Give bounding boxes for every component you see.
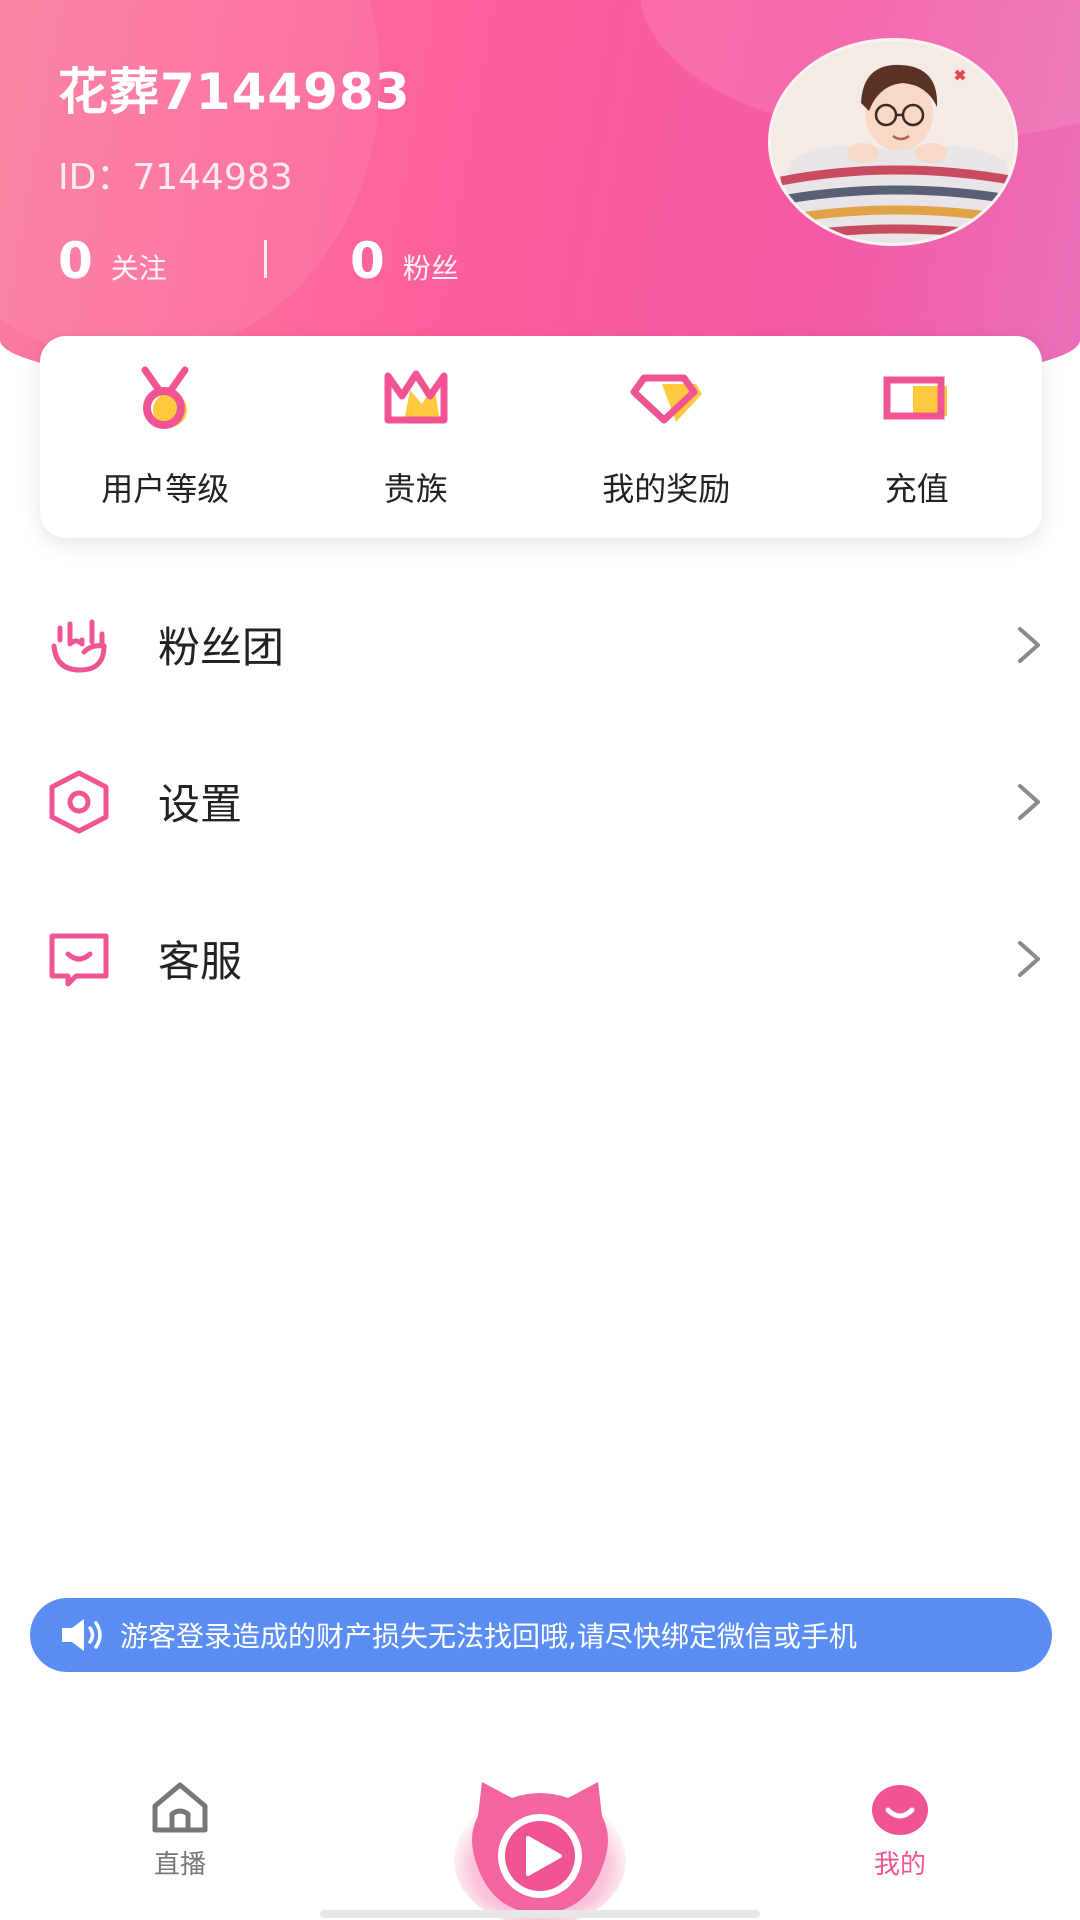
following-label: 关注 <box>110 252 167 285</box>
fans-stat[interactable]: 0 粉丝 <box>350 232 459 290</box>
menu-item-customer-service[interactable]: 客服 <box>0 880 1080 1037</box>
menu-list: 粉丝团 设置 客服 <box>0 566 1080 1037</box>
tab-mine[interactable]: 我的 <box>860 1780 940 1881</box>
tab-live[interactable]: 直播 <box>140 1780 220 1881</box>
quick-item-label: 我的奖励 <box>602 470 731 508</box>
quick-item-rewards[interactable]: 我的奖励 <box>541 336 792 538</box>
following-count: 0 <box>58 232 93 290</box>
diamond-icon <box>630 374 703 424</box>
bottom-tab-bar: 直播 我的 <box>0 1740 1080 1920</box>
menu-item-settings[interactable]: 设置 <box>0 723 1080 880</box>
quick-item-user-level[interactable]: 用户等级 <box>40 336 291 538</box>
chat-smile-icon <box>49 933 109 986</box>
home-indicator <box>320 1910 760 1918</box>
medal-icon <box>141 366 189 429</box>
avatar-illustration <box>771 41 1015 243</box>
battery-icon <box>883 376 947 420</box>
menu-item-label: 粉丝团 <box>158 623 285 672</box>
hexagon-settings-icon <box>49 770 109 833</box>
username: 花葬7144983 <box>58 63 411 121</box>
quick-item-label: 用户等级 <box>101 470 230 508</box>
speaker-icon <box>62 1619 102 1651</box>
quick-item-label: 贵族 <box>383 470 448 508</box>
fans-label: 粉丝 <box>402 252 459 285</box>
home-icon <box>152 1782 208 1833</box>
user-id: ID：7144983 <box>58 157 293 198</box>
avatar[interactable] <box>768 38 1018 246</box>
following-stat[interactable]: 0 关注 <box>58 232 167 290</box>
stat-divider <box>264 240 267 278</box>
quick-item-label: 充值 <box>884 470 949 508</box>
menu-item-label: 设置 <box>158 780 243 829</box>
quick-actions-card: 用户等级 贵族 我的奖励 充值 <box>40 336 1042 538</box>
chevron-right-icon <box>1018 783 1040 820</box>
center-live-button[interactable] <box>452 1776 628 1920</box>
menu-item-label: 客服 <box>158 937 243 986</box>
cat-play-icon <box>454 1782 626 1920</box>
chevron-right-icon <box>1018 940 1040 977</box>
quick-item-recharge[interactable]: 充值 <box>792 336 1043 538</box>
guest-login-notice[interactable]: 游客登录造成的财产损失无法找回哦,请尽快绑定微信或手机 <box>30 1598 1052 1672</box>
menu-item-fan-club[interactable]: 粉丝团 <box>0 566 1080 723</box>
tab-live-label: 直播 <box>153 1850 206 1880</box>
crown-icon <box>384 370 448 424</box>
tab-mine-label: 我的 <box>873 1850 926 1880</box>
notice-text: 游客登录造成的财产损失无法找回哦,请尽快绑定微信或手机 <box>120 1620 857 1653</box>
hand-gesture-icon <box>51 619 107 672</box>
fans-count: 0 <box>350 232 385 290</box>
smile-face-icon <box>872 1785 928 1835</box>
chevron-right-icon <box>1018 626 1040 663</box>
quick-item-noble[interactable]: 贵族 <box>291 336 542 538</box>
